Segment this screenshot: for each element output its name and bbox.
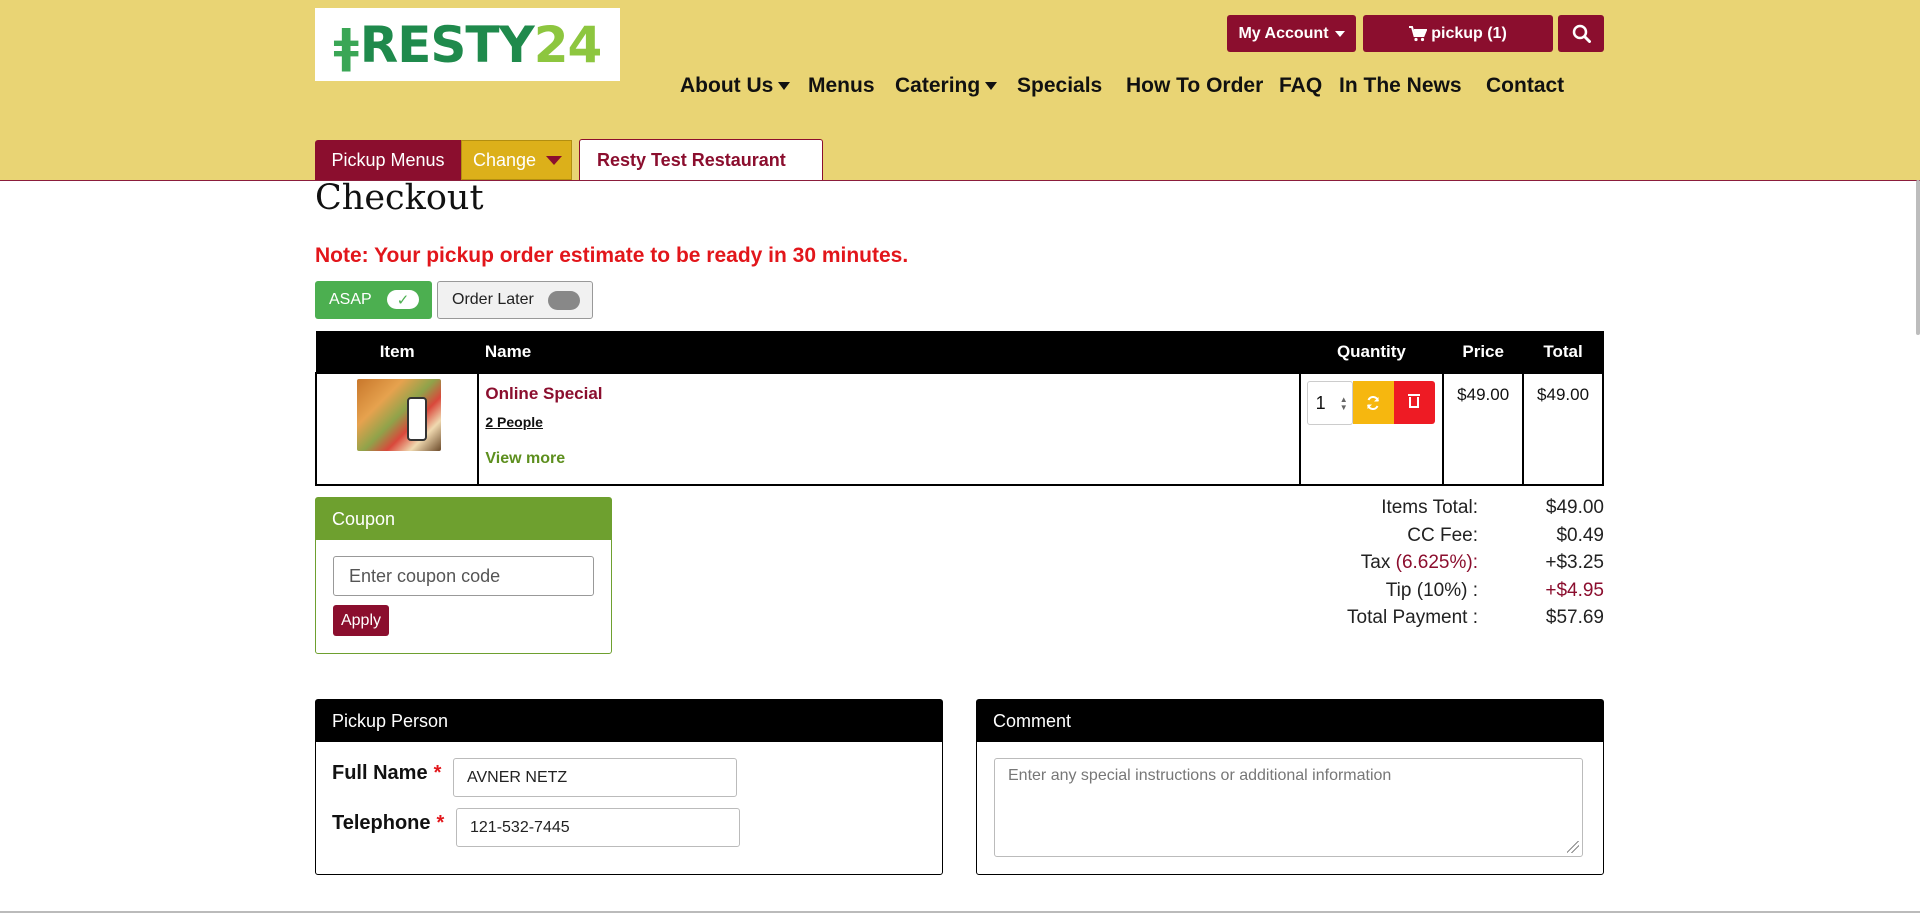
caret-down-icon [546,155,563,165]
pickup-menus-tab[interactable]: Pickup Menus [315,140,461,180]
search-button[interactable] [1558,15,1604,52]
view-more-link[interactable]: View more [485,450,565,468]
quantity-spinner[interactable]: ▲ ▼ [1340,396,1348,412]
shopping-cart-icon [1409,25,1428,41]
full-name-label: Full Name * [332,762,442,784]
comment-panel: Comment Enter any special instructions o… [976,699,1604,875]
item-price: $49.00 [1442,372,1525,486]
cc-fee-row: CC Fee: $0.49 [1407,524,1604,546]
order-later-toggle[interactable]: Order Later [437,281,593,319]
tip-row: Tip (10%) : +$4.95 [1385,579,1604,602]
item-quantity-cell: 1 ▲ ▼ [1298,372,1445,486]
update-quantity-button[interactable] [1352,381,1394,424]
coupon-title: Coupon [316,498,611,540]
nav-how-to-order[interactable]: How To Order [1126,72,1263,100]
telephone-field[interactable]: 121-532-7445 [456,808,740,847]
remove-item-button[interactable] [1393,381,1435,424]
page-scrollbar[interactable] [1916,180,1920,335]
nav-contact[interactable]: Contact [1486,72,1564,100]
pickup-estimate-note: Note: Your pickup order estimate to be r… [315,244,909,267]
full-name-field[interactable]: AVNER NETZ [453,758,737,797]
asap-toggle[interactable]: ASAP ✓ [315,281,432,319]
change-menu-dropdown[interactable]: Change [461,140,572,180]
caret-down-icon [1334,30,1345,37]
refresh-icon [1367,395,1380,410]
col-item: Item [315,331,479,374]
item-total: $49.00 [1522,372,1604,486]
item-name-cell: Online Special 2 People View more [477,372,1301,486]
resty24-logo[interactable]: ǂRESTY24 [315,8,620,81]
coupon-input[interactable]: Enter coupon code [333,556,594,596]
page-title: Checkout [315,178,484,218]
nav-faq[interactable]: FAQ [1279,72,1322,100]
total-payment-row: Total Payment : $57.69 [1347,607,1604,628]
telephone-label: Telephone * [332,812,445,834]
comment-title: Comment [977,700,1603,742]
pickup-person-panel: Pickup Person Full Name * AVNER NETZ Tele… [315,699,943,875]
tax-row: Tax (6.625%): +$3.25 [1360,552,1604,573]
toggle-switch-off [548,291,580,310]
nav-specials[interactable]: Specials [1017,72,1102,100]
coupon-panel: Coupon Enter coupon code Apply [315,497,612,654]
apply-coupon-button[interactable]: Apply [333,605,389,636]
fork-icon: ǂ [333,18,359,73]
cart-button[interactable]: pickup (1) [1363,15,1553,52]
col-total: Total [1522,331,1604,374]
resize-handle-icon[interactable] [1567,841,1579,853]
product-name: Online Special [485,384,603,403]
my-account-button[interactable]: My Account [1227,15,1356,52]
check-icon: ✓ [387,290,419,309]
nav-catering[interactable]: Catering [895,72,998,100]
phone-graphic [407,397,427,441]
search-icon [1572,24,1591,43]
caret-down-icon [985,82,998,90]
order-totals: Items Total: $49.00 CC Fee: $0.49 Tax (6… [1240,497,1604,635]
item-image-cell [314,372,480,486]
tip-amount-link[interactable]: +$4.95 [1545,580,1604,602]
caret-down-icon [778,82,791,90]
nav-menus[interactable]: Menus [808,72,875,100]
restaurant-tab[interactable]: Resty Test Restaurant [579,139,823,180]
trash-icon [1408,394,1421,408]
nav-about-us[interactable]: About Us [680,72,791,100]
nav-in-the-news[interactable]: In The News [1339,72,1462,100]
col-price: Price [1442,331,1524,374]
required-marker: * [436,812,445,834]
required-marker: * [433,762,442,784]
quantity-input[interactable]: 1 ▲ ▼ [1306,381,1353,425]
items-total-row: Items Total: $49.00 [1381,497,1604,518]
col-quantity: Quantity [1299,331,1444,374]
tax-rate: (6.625%): [1395,552,1478,573]
site-header: ǂRESTY24 My Account pickup (1) About Us … [0,0,1920,181]
product-image[interactable] [357,379,441,451]
product-option-link[interactable]: 2 People [485,414,543,430]
cart-table: Item Name Quantity Price Total Online Sp… [314,331,1604,486]
pickup-person-title: Pickup Person [316,700,942,742]
col-name: Name [477,331,1301,374]
table-row: Online Special 2 People View more 1 ▲▼ [314,372,1604,486]
comment-textarea[interactable]: Enter any special instructions or additi… [994,758,1583,857]
